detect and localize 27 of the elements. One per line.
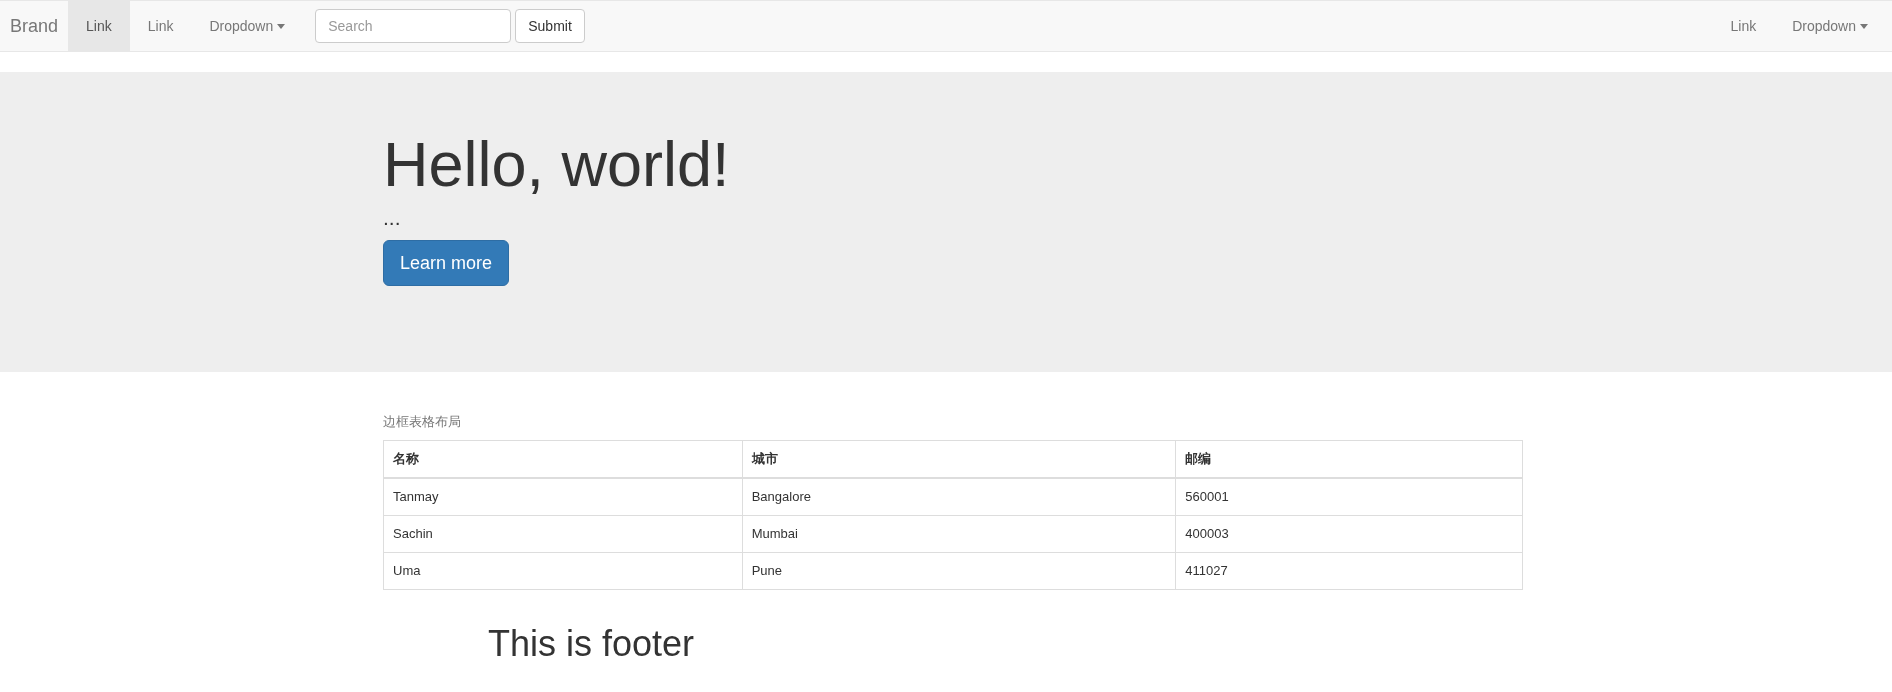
brand-link[interactable]: Brand [0, 1, 69, 51]
submit-button[interactable]: Submit [515, 9, 585, 43]
table-cell: 411027 [1175, 552, 1523, 589]
table-cell: Uma [383, 552, 743, 589]
nav-link[interactable]: Link [68, 1, 130, 51]
jumbotron-title: Hello, world! [383, 130, 731, 200]
dropdown-toggle[interactable]: Dropdown [1774, 1, 1886, 51]
table-caption: 边框表格布局 [383, 413, 462, 431]
table-cell: Bangalore [742, 478, 1176, 515]
column-header: 城市 [742, 440, 1176, 478]
table-cell: Mumbai [742, 515, 1176, 552]
column-header: 邮编 [1175, 440, 1523, 478]
table-cell: 400003 [1175, 515, 1523, 552]
dropdown-toggle[interactable]: Dropdown [191, 1, 304, 51]
footer-text: This is footer [488, 623, 696, 664]
table-cell: 560001 [1175, 478, 1523, 515]
search-field[interactable]: Search [315, 9, 512, 43]
learn-more-button[interactable]: Learn more [383, 240, 510, 287]
jumbotron-text: ... [383, 205, 402, 231]
caret-icon [277, 23, 286, 29]
nav-link[interactable]: Link [129, 1, 192, 51]
column-header: 名称 [383, 440, 743, 478]
caret-icon [1860, 23, 1868, 29]
table-cell: Tanmay [383, 478, 743, 515]
nav-link[interactable]: Link [1712, 1, 1775, 51]
table-cell: Sachin [383, 515, 743, 552]
table-cell: Pune [742, 552, 1176, 589]
